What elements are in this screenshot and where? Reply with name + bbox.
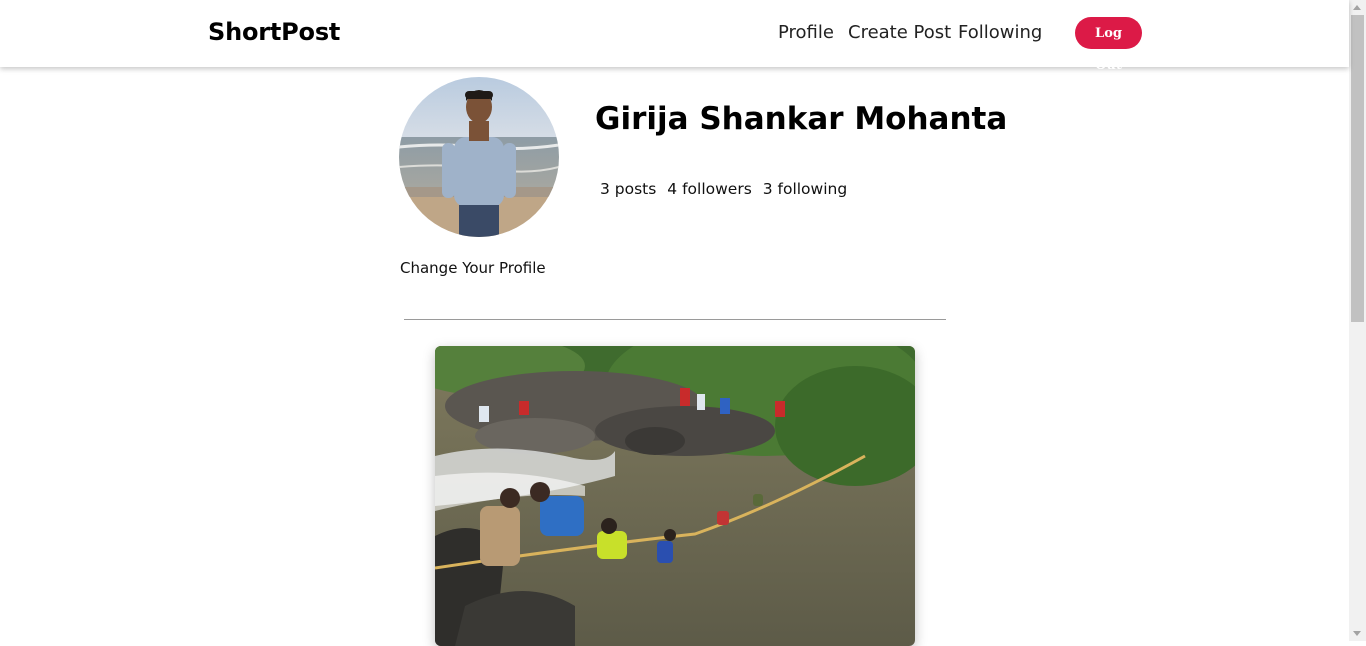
- post-photo: [435, 346, 915, 646]
- nav-link-profile[interactable]: Profile: [778, 22, 834, 43]
- following-count: 3 following: [762, 180, 848, 198]
- avatar-photo: [399, 77, 559, 237]
- posts-count: 3 posts: [600, 180, 657, 198]
- scroll-down-arrow-icon[interactable]: [1353, 631, 1361, 636]
- logout-button[interactable]: Log Out: [1075, 17, 1142, 73]
- change-profile-link[interactable]: Change Your Profile: [400, 259, 546, 277]
- followers-count: 4 followers: [667, 180, 752, 198]
- post-image-card[interactable]: [435, 346, 915, 646]
- nav-link-create-post[interactable]: Create Post: [848, 22, 951, 43]
- brand-logo[interactable]: ShortPost: [208, 18, 340, 46]
- divider: [404, 319, 946, 320]
- scrollbar-thumb[interactable]: [1351, 15, 1364, 322]
- top-navbar: ShortPost Profile Create Post Following …: [0, 0, 1349, 73]
- nav-link-following[interactable]: Following: [958, 22, 1042, 43]
- scroll-up-arrow-icon[interactable]: [1353, 5, 1361, 10]
- profile-name: Girija Shankar Mohanta: [595, 101, 1008, 137]
- profile-avatar: [399, 77, 559, 237]
- profile-stats: 3 posts 4 followers 3 following: [600, 180, 853, 198]
